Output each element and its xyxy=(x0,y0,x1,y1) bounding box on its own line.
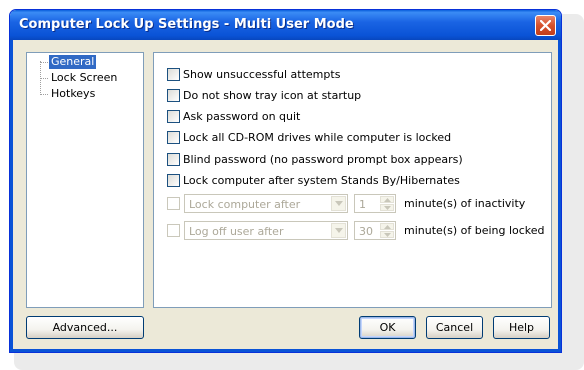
title-bar[interactable]: Computer Lock Up Settings - Multi User M… xyxy=(10,10,561,40)
dropdown-button[interactable] xyxy=(331,196,346,211)
settings-tree[interactable]: General Lock Screen Hotkeys xyxy=(26,52,144,308)
cancel-button[interactable]: Cancel xyxy=(426,316,483,339)
tree-item-label: General xyxy=(49,55,97,69)
close-button[interactable] xyxy=(535,15,556,36)
window-frame-right xyxy=(558,40,561,352)
close-icon xyxy=(540,20,551,31)
settings-dialog: Computer Lock Up Settings - Multi User M… xyxy=(9,9,562,353)
option-label: Lock all CD-ROM drives while computer is… xyxy=(183,131,452,144)
select-value: Lock computer after xyxy=(189,198,301,211)
checkbox[interactable] xyxy=(167,68,180,81)
checkbox[interactable] xyxy=(167,153,180,166)
chevron-down-icon xyxy=(335,201,343,206)
chevron-up-icon xyxy=(384,225,391,229)
lock-minutes-stepper[interactable]: 1 xyxy=(354,194,396,213)
option-label: Blind password (no password prompt box a… xyxy=(183,153,463,166)
logoff-after-toggle[interactable] xyxy=(167,224,181,238)
help-button[interactable]: Help xyxy=(493,316,550,339)
lock-minutes-suffix: minute(s) of inactivity xyxy=(404,197,526,210)
dropdown-button[interactable] xyxy=(331,223,346,238)
lock-after-checkbox[interactable] xyxy=(167,197,180,210)
window-frame-bottom xyxy=(10,349,561,352)
window-title: Computer Lock Up Settings - Multi User M… xyxy=(19,17,354,32)
option-label: Lock computer after system Stands By/Hib… xyxy=(183,174,460,187)
option-label: Do not show tray icon at startup xyxy=(183,89,362,102)
checkbox[interactable] xyxy=(167,131,180,144)
chevron-down-icon xyxy=(384,233,391,237)
tree-item-label: Lock Screen xyxy=(51,71,118,84)
logoff-minutes-suffix: minute(s) of being locked xyxy=(404,224,545,237)
logoff-after-select[interactable]: Log off user after xyxy=(184,221,348,240)
stepper-value: 1 xyxy=(359,198,366,211)
stepper-up-button[interactable] xyxy=(380,196,394,203)
general-settings-panel: Show unsuccessful attempts Do not show t… xyxy=(153,52,552,308)
tree-branch xyxy=(40,78,48,79)
stepper-down-button[interactable] xyxy=(380,231,394,238)
tree-item-label: Hotkeys xyxy=(51,87,96,100)
checkbox[interactable] xyxy=(167,89,180,102)
stepper-up-button[interactable] xyxy=(380,223,394,230)
ok-button[interactable]: OK xyxy=(359,316,416,339)
chevron-down-icon xyxy=(384,206,391,210)
select-value: Log off user after xyxy=(189,225,284,238)
checkbox[interactable] xyxy=(167,174,180,187)
option-label: Show unsuccessful attempts xyxy=(183,68,341,81)
stepper-down-button[interactable] xyxy=(380,204,394,211)
checkbox[interactable] xyxy=(167,110,180,123)
tree-branch xyxy=(40,62,48,63)
logoff-minutes-stepper[interactable]: 30 xyxy=(354,221,396,240)
option-label: Ask password on quit xyxy=(183,110,301,123)
tree-connector-line xyxy=(40,61,41,93)
stepper-value: 30 xyxy=(359,225,373,238)
lock-after-select[interactable]: Lock computer after xyxy=(184,194,348,213)
advanced-button[interactable]: Advanced... xyxy=(26,316,144,339)
chevron-down-icon xyxy=(335,228,343,233)
tree-branch xyxy=(40,94,48,95)
chevron-up-icon xyxy=(384,198,391,202)
lock-after-toggle[interactable] xyxy=(167,197,181,211)
window-frame-left xyxy=(10,40,13,352)
logoff-after-checkbox[interactable] xyxy=(167,224,180,237)
